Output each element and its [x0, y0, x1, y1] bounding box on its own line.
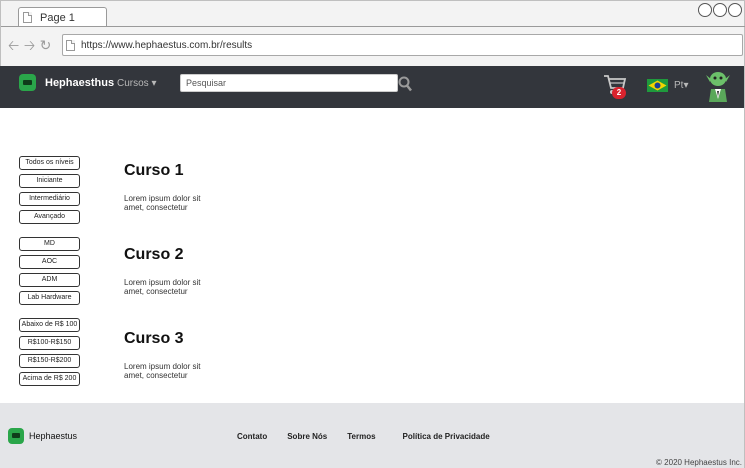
- cursos-menu[interactable]: Cursos ▾: [117, 78, 157, 89]
- filter-level-beginner[interactable]: Iniciante: [19, 174, 80, 188]
- site-navbar: Hephaesthus Cursos ▾ 2 Pt▾: [0, 66, 745, 108]
- hephaestus-logo-icon[interactable]: [8, 428, 24, 444]
- browser-tab[interactable]: Page 1: [18, 7, 107, 27]
- course-card[interactable]: Curso 2 Lorem ipsum dolor sit amet, cons…: [124, 246, 244, 296]
- browser-nav: 🡠 🡢 ↻: [7, 37, 52, 53]
- price-filters: Abaixo de R$ 100 R$100-R$150 R$150-R$200…: [19, 318, 80, 386]
- course-card[interactable]: Curso 1 Lorem ipsum dolor sit amet, cons…: [124, 162, 244, 212]
- tab-divider: [1, 26, 745, 27]
- course-description: Lorem ipsum dolor sit amet, consectetur: [124, 362, 201, 380]
- filter-price-100-150[interactable]: R$100-R$150: [19, 336, 80, 350]
- filter-level-intermediate[interactable]: Intermediário: [19, 192, 80, 206]
- footer-link-termos[interactable]: Termos: [347, 432, 375, 441]
- copyright-text: © 2020 Hephaestus Inc.: [656, 458, 742, 467]
- browser-chrome: Page 1 🡠 🡢 ↻ https://www.hephaestus.com.…: [0, 0, 745, 66]
- filter-level-advanced[interactable]: Avançado: [19, 210, 80, 224]
- cursos-menu-label: Cursos: [117, 78, 149, 89]
- filter-category-aoc[interactable]: AOC: [19, 255, 80, 269]
- filter-level-all[interactable]: Todos os níveis: [19, 156, 80, 170]
- filter-price-150-200[interactable]: R$150-R$200: [19, 354, 80, 368]
- course-title[interactable]: Curso 3: [124, 330, 244, 348]
- chevron-down-icon: ▾: [151, 78, 157, 89]
- course-title[interactable]: Curso 1: [124, 162, 244, 180]
- filter-price-above-200[interactable]: Acima de R$ 200: [19, 372, 80, 386]
- back-arrow-icon[interactable]: 🡠: [7, 37, 20, 53]
- course-description: Lorem ipsum dolor sit amet, consectetur: [124, 194, 201, 212]
- site-footer: Hephaestus Contato Sobre Nós Termos Polí…: [0, 403, 745, 468]
- category-filters: MD AOC ADM Lab Hardware: [19, 237, 80, 305]
- footer-brand[interactable]: Hephaestus: [29, 431, 77, 441]
- course-title[interactable]: Curso 2: [124, 246, 244, 264]
- language-selector[interactable]: Pt▾: [674, 80, 688, 91]
- search-icon[interactable]: [398, 76, 412, 92]
- chevron-down-icon: ▾: [683, 80, 689, 91]
- avatar[interactable]: [703, 69, 733, 103]
- window-controls: [698, 3, 742, 17]
- hephaestus-logo-icon[interactable]: [19, 74, 36, 91]
- search-input[interactable]: [180, 74, 398, 92]
- filters-sidebar: Todos os níveis Iniciante Intermediário …: [19, 156, 80, 399]
- reload-icon[interactable]: ↻: [39, 37, 52, 53]
- filter-price-below-100[interactable]: Abaixo de R$ 100: [19, 318, 80, 332]
- course-card[interactable]: Curso 3 Lorem ipsum dolor sit amet, cons…: [124, 330, 244, 380]
- footer-link-sobre-nos[interactable]: Sobre Nós: [287, 432, 327, 441]
- filter-category-md[interactable]: MD: [19, 237, 80, 251]
- cart-count-badge: 2: [612, 87, 626, 99]
- url-text: https://www.hephaestus.com.br/results: [81, 39, 253, 51]
- maximize-button[interactable]: [713, 3, 727, 17]
- address-bar[interactable]: https://www.hephaestus.com.br/results: [62, 34, 743, 56]
- forward-arrow-icon[interactable]: 🡢: [23, 37, 36, 53]
- footer-link-contato[interactable]: Contato: [237, 432, 267, 441]
- filter-category-adm[interactable]: ADM: [19, 273, 80, 287]
- page-icon: [66, 39, 75, 51]
- footer-links: Contato Sobre Nós Termos Política de Pri…: [237, 432, 510, 441]
- level-filters: Todos os níveis Iniciante Intermediário …: [19, 156, 80, 224]
- minimize-button[interactable]: [698, 3, 712, 17]
- filter-category-lab-hardware[interactable]: Lab Hardware: [19, 291, 80, 305]
- brazil-flag-icon[interactable]: [647, 79, 668, 92]
- brand-name[interactable]: Hephaesthus: [45, 77, 114, 89]
- footer-link-privacidade[interactable]: Política de Privacidade: [403, 432, 490, 441]
- course-description: Lorem ipsum dolor sit amet, consectetur: [124, 278, 201, 296]
- page-icon: [23, 12, 32, 23]
- close-button[interactable]: [728, 3, 742, 17]
- tab-title: Page 1: [40, 11, 75, 24]
